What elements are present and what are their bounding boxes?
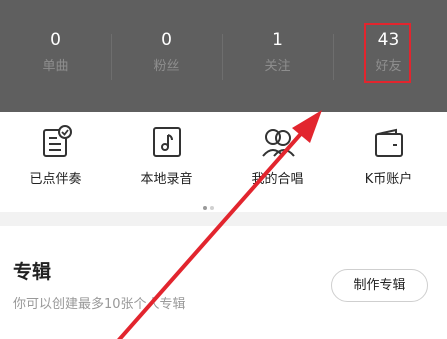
action-k-coin-account[interactable]: K币账户	[333, 112, 444, 212]
chorus-icon	[261, 129, 295, 157]
stat-songs-label: 单曲	[42, 59, 69, 74]
wallet-icon	[374, 128, 403, 157]
pager-dot	[210, 206, 214, 210]
stat-songs-count: 0	[50, 30, 61, 50]
action-song-list[interactable]: 已点伴奏	[0, 112, 111, 212]
stat-songs[interactable]: 0 单曲	[0, 0, 111, 112]
stat-following-count: 1	[272, 30, 283, 50]
stat-fans-label: 粉丝	[153, 59, 180, 74]
album-subtitle: 你可以创建最多10张个人专辑	[13, 297, 186, 312]
action-label: 本地录音	[140, 172, 193, 187]
stat-fans[interactable]: 0 粉丝	[111, 0, 222, 112]
quick-actions: 已点伴奏 本地录音 我的合唱 K币账户	[0, 112, 447, 212]
song-list-icon	[42, 125, 72, 157]
stat-following[interactable]: 1 关注	[222, 0, 333, 112]
album-section: 专辑 你可以创建最多10张个人专辑 制作专辑	[0, 226, 447, 339]
local-recording-icon	[152, 127, 181, 157]
stats-bar: 0 单曲 0 粉丝 1 关注 43 好友	[0, 0, 447, 112]
action-label: K币账户	[364, 172, 413, 187]
album-title: 专辑	[13, 261, 52, 283]
action-label: 已点伴奏	[29, 172, 82, 187]
action-my-chorus[interactable]: 我的合唱	[222, 112, 333, 212]
pager-dot-active	[203, 206, 207, 210]
create-album-button[interactable]: 制作专辑	[331, 269, 428, 302]
stat-following-label: 关注	[264, 59, 291, 74]
action-label: 我的合唱	[251, 172, 304, 187]
stat-fans-count: 0	[161, 30, 172, 50]
annotation-highlight-box	[364, 23, 411, 83]
carousel-pager	[203, 195, 217, 214]
